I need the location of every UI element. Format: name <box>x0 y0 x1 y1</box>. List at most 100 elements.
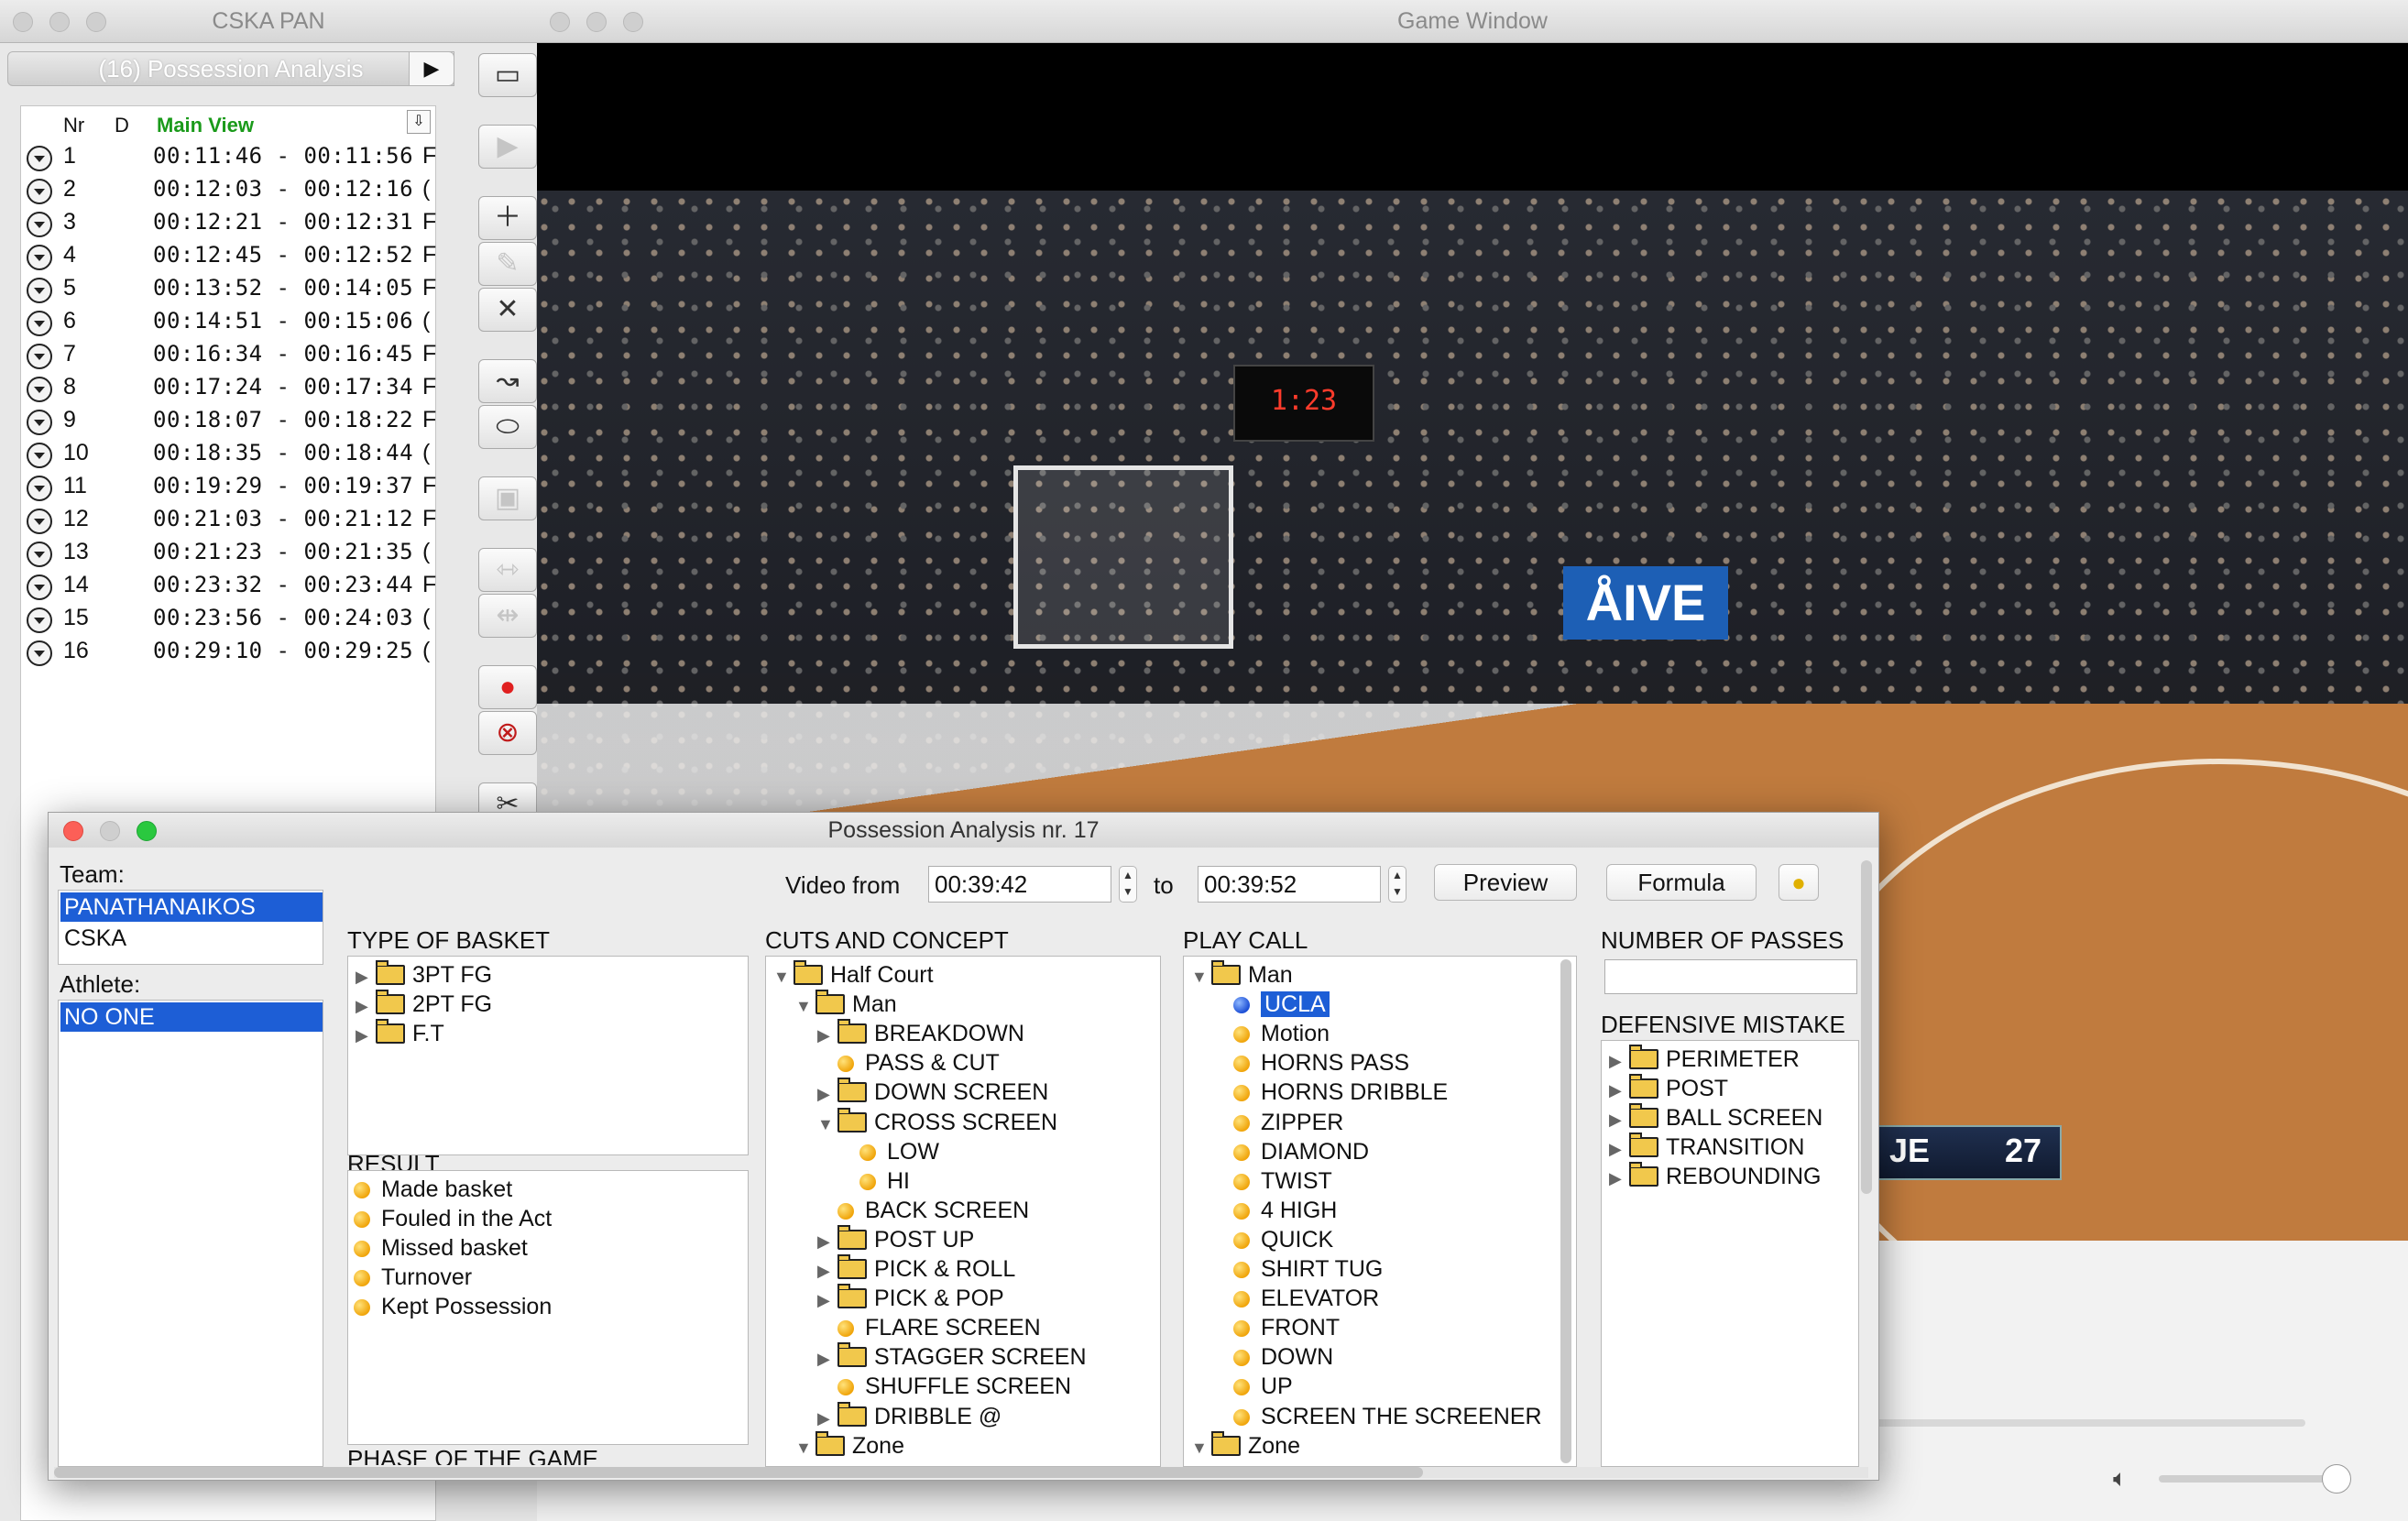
download-icon[interactable] <box>27 607 52 633</box>
defensive-item[interactable]: ▶ TRANSITION <box>1609 1133 1804 1162</box>
play-call-item[interactable]: TWIST <box>1213 1166 1332 1196</box>
expand-arrow-icon[interactable]: ▶ <box>817 1021 837 1050</box>
expand-arrow-icon[interactable]: ▶ <box>356 991 376 1021</box>
play-call-item[interactable]: ZIPPER <box>1213 1108 1343 1137</box>
expand-arrow-icon[interactable]: ▶ <box>1609 1105 1629 1134</box>
play-call-item[interactable]: DIAMOND <box>1213 1137 1369 1166</box>
vertical-scrollbar[interactable] <box>1861 860 1872 1194</box>
close-window-button[interactable] <box>550 12 570 32</box>
minimize-window-button[interactable] <box>49 12 70 32</box>
cuts-item[interactable]: BACK SCREEN <box>817 1196 1029 1225</box>
cuts-item[interactable]: ▶ DRIBBLE @ <box>817 1401 1002 1433</box>
download-icon[interactable] <box>27 245 52 270</box>
play-call-item[interactable]: 4 HIGH <box>1213 1196 1337 1225</box>
expand-arrow-icon[interactable]: ▶ <box>817 1079 837 1109</box>
download-icon[interactable] <box>27 179 52 204</box>
cuts-item[interactable]: HI <box>839 1166 910 1196</box>
possession-row[interactable]: 16 00:29:10 - 00:29:25 ( <box>21 636 435 669</box>
preview-button[interactable]: Preview <box>1434 864 1577 901</box>
play-call-item[interactable]: HORNS PASS <box>1213 1048 1409 1078</box>
stop-record-icon[interactable]: ⊗ <box>478 711 537 755</box>
package-icon[interactable]: ▣ <box>478 476 537 520</box>
defensive-item[interactable]: ▶ POST <box>1609 1074 1728 1103</box>
expand-arrow-icon[interactable]: ▶ <box>1609 1164 1629 1193</box>
delete-icon[interactable]: ✕ <box>478 288 537 332</box>
play-call-item[interactable]: DOWN <box>1213 1342 1333 1372</box>
number-of-passes-field[interactable] <box>1604 959 1857 994</box>
possession-row[interactable]: 15 00:23:56 - 00:24:03 ( <box>21 603 435 636</box>
minimize-window-button[interactable] <box>586 12 607 32</box>
download-icon[interactable] <box>27 542 52 567</box>
expand-arrow-icon[interactable]: ▶ <box>817 1344 837 1373</box>
team-option[interactable]: PANATHANAIKOS <box>60 892 323 922</box>
defensive-item[interactable]: ▶ PERIMETER <box>1609 1045 1800 1074</box>
possession-row[interactable]: 8 00:17:24 - 00:17:34 F <box>21 372 436 405</box>
download-icon[interactable] <box>27 311 52 336</box>
close-window-button[interactable] <box>63 821 83 841</box>
cuts-item[interactable]: ▶ BREAKDOWN <box>817 1019 1024 1048</box>
expand-arrow-icon[interactable]: ▶ <box>1609 1046 1629 1076</box>
basket-type-item[interactable]: ▶ F.T <box>356 1019 444 1048</box>
download-icon[interactable] <box>27 640 52 666</box>
video-from-stepper[interactable]: ▲ ▼ <box>1119 866 1137 903</box>
possession-row[interactable]: 3 00:12:21 - 00:12:31 F <box>21 207 436 240</box>
collapse-arrow-icon[interactable]: ▼ <box>817 1110 837 1139</box>
cuts-item[interactable]: ▶ DOWN SCREEN <box>817 1078 1048 1107</box>
cuts-item[interactable]: ▼ Zone <box>795 1430 904 1461</box>
download-icon[interactable] <box>27 146 52 171</box>
play-button[interactable]: ▶ <box>478 125 537 169</box>
play-call-item[interactable]: ▼ Zone <box>1191 1430 1300 1462</box>
collapse-arrow-icon[interactable]: ▼ <box>773 962 794 991</box>
basket-type-item[interactable]: ▶ 2PT FG <box>356 990 492 1019</box>
athlete-option[interactable]: NO ONE <box>60 1002 323 1032</box>
possession-row[interactable]: 12 00:21:03 - 00:21:12 F <box>21 504 436 537</box>
cuts-item[interactable]: ▼ Man <box>795 990 897 1019</box>
analysis-selector[interactable]: (16) Possession Analysis <box>7 51 454 86</box>
cuts-item[interactable]: ▶ STAGGER SCREEN <box>817 1342 1087 1372</box>
cuts-item[interactable]: ▼ Half Court <box>773 960 934 990</box>
play-call-item[interactable]: FRONT <box>1213 1313 1340 1342</box>
download-icon[interactable] <box>27 278 52 303</box>
cuts-item[interactable]: ▶ PICK & POP <box>817 1284 1004 1313</box>
download-icon[interactable] <box>27 574 52 600</box>
expand-arrow-icon[interactable]: ▶ <box>817 1286 837 1315</box>
collapse-arrow-icon[interactable]: ▼ <box>795 991 815 1021</box>
zoom-window-button[interactable] <box>86 12 106 32</box>
formula-button[interactable]: Formula <box>1606 864 1757 901</box>
download-icon[interactable] <box>27 476 52 501</box>
expand-arrow-icon[interactable]: ▶ <box>817 1404 837 1433</box>
column-header-nr[interactable]: Nr <box>63 114 84 137</box>
play-call-item[interactable]: ▼ Man <box>1191 960 1293 990</box>
play-call-item[interactable]: UP <box>1213 1372 1293 1401</box>
possession-row[interactable]: 14 00:23:32 - 00:23:44 F <box>21 570 436 603</box>
play-call-item[interactable]: Motion <box>1213 1019 1330 1048</box>
play-call-item[interactable]: UCLA <box>1213 990 1330 1019</box>
horizontal-scrollbar-thumb[interactable] <box>54 1467 1423 1478</box>
minimize-window-button[interactable] <box>100 821 120 841</box>
play-call-item[interactable]: SCREEN THE SCREENER <box>1213 1402 1542 1431</box>
zoom-window-button[interactable] <box>623 12 643 32</box>
basket-type-item[interactable]: ▶ 3PT FG <box>356 960 492 990</box>
result-item[interactable]: Made basket <box>334 1175 512 1204</box>
video-from-field[interactable]: 00:39:42 <box>928 866 1111 903</box>
possession-row[interactable]: 10 00:18:35 - 00:18:44 ( <box>21 438 435 471</box>
play-call-item[interactable]: HORNS DRIBBLE <box>1213 1078 1448 1107</box>
result-item[interactable]: Kept Possession <box>334 1292 552 1321</box>
possession-row[interactable]: 5 00:13:52 - 00:14:05 F <box>21 273 436 306</box>
cuts-item[interactable]: SHUFFLE SCREEN <box>817 1372 1071 1401</box>
collapse-arrow-icon[interactable]: ▼ <box>1191 962 1211 991</box>
video-to-field[interactable]: 00:39:52 <box>1198 866 1381 903</box>
expand-arrow-icon[interactable]: ▶ <box>817 1256 837 1286</box>
possession-row[interactable]: 6 00:14:51 - 00:15:06 ( <box>21 306 435 339</box>
play-call-scrollbar[interactable] <box>1560 959 1571 1463</box>
play-analysis-button[interactable]: ▶ <box>409 51 454 86</box>
expand-arrow-icon[interactable]: ▶ <box>817 1227 837 1256</box>
draw-curve-icon[interactable]: ↝ <box>478 359 537 403</box>
column-header-d[interactable]: D <box>115 114 129 137</box>
possession-row[interactable]: 2 00:12:03 - 00:12:16 ( <box>21 174 435 207</box>
cuts-item[interactable]: ▶ POST UP <box>817 1224 974 1256</box>
play-call-item[interactable]: QUICK <box>1213 1225 1333 1254</box>
play-call-item[interactable]: SHIRT TUG <box>1213 1254 1383 1284</box>
collapse-arrow-icon[interactable]: ▼ <box>1191 1433 1211 1462</box>
possession-row[interactable]: 11 00:19:29 - 00:19:37 F <box>21 471 436 504</box>
